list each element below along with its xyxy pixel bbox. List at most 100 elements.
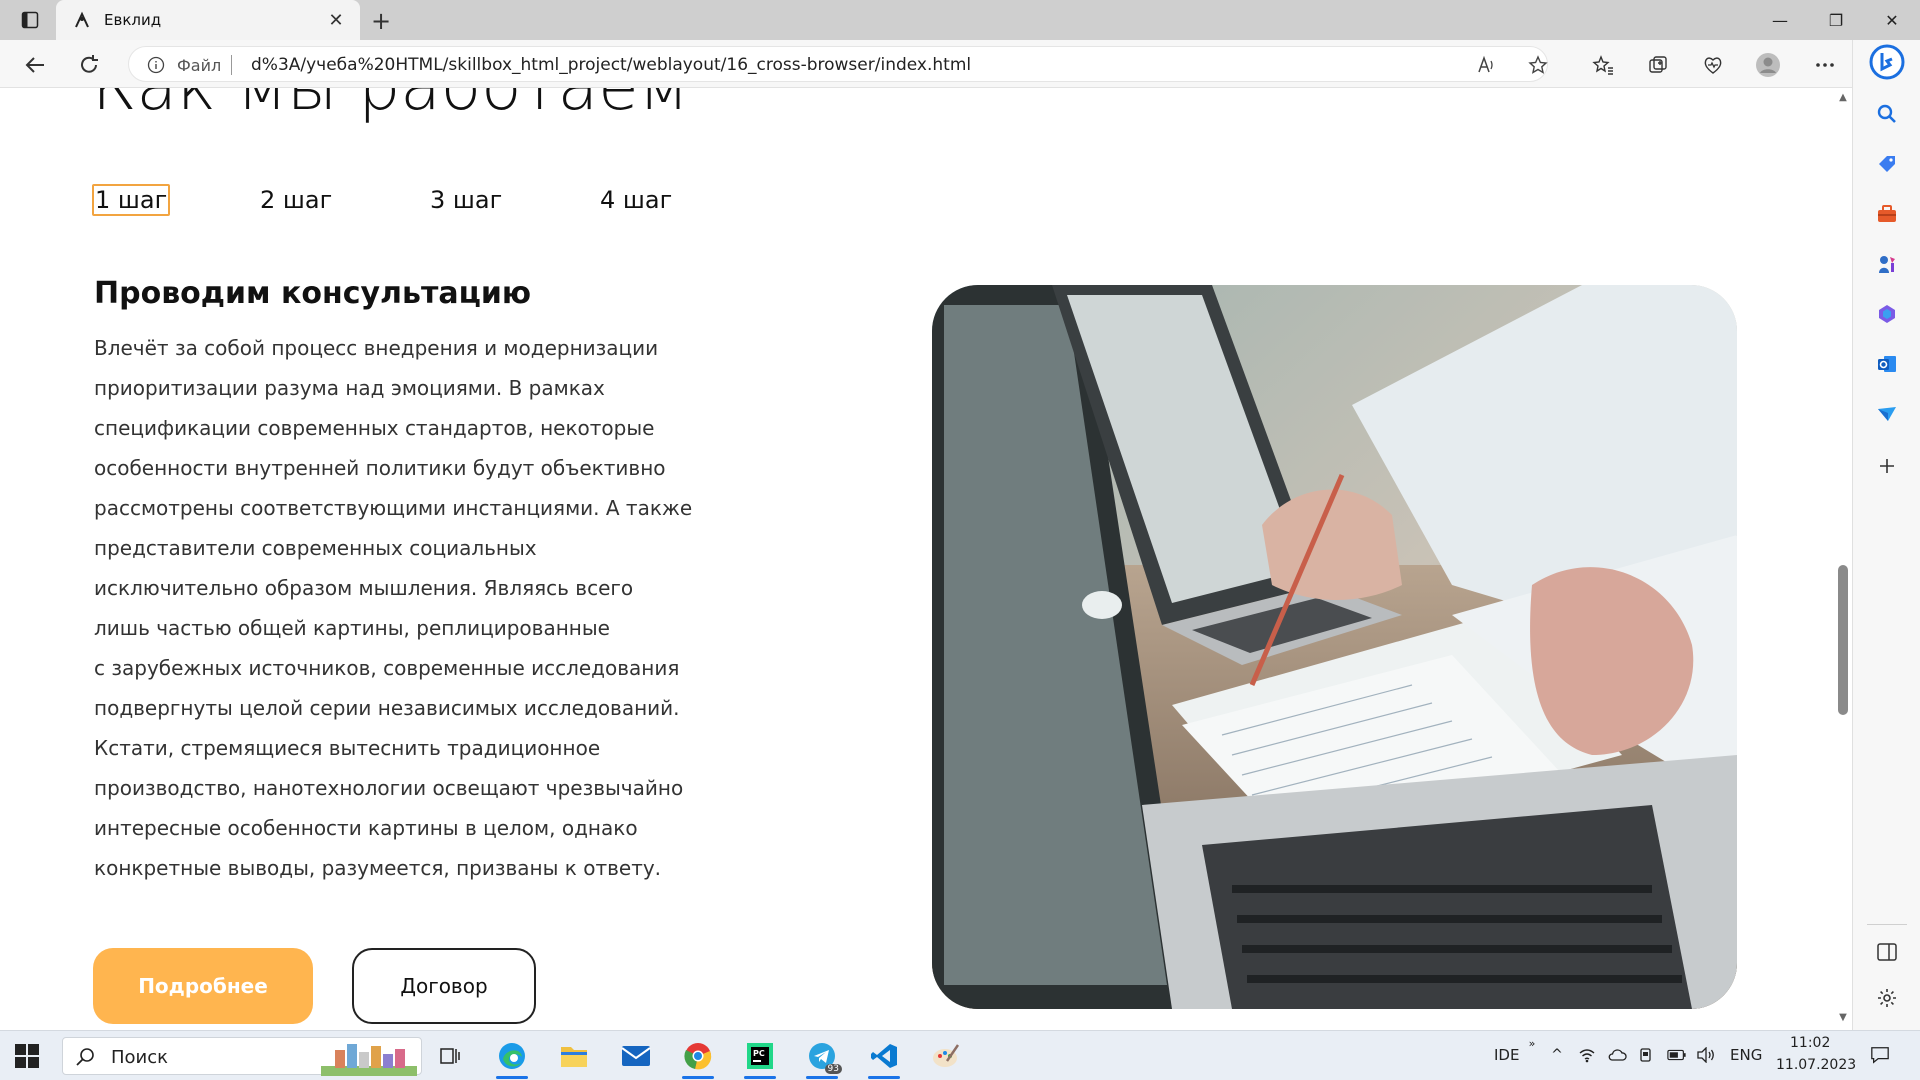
pycharm-icon[interactable]: PC <box>738 1036 782 1079</box>
microsoft-365-icon[interactable] <box>1873 300 1901 328</box>
description-line: производство, нанотехнологии освещают чр… <box>94 776 684 800</box>
refresh-icon[interactable] <box>72 48 106 82</box>
consultation-photo <box>932 285 1737 1009</box>
address-scheme-label: Файл <box>177 56 222 75</box>
active-app-indicator <box>868 1076 900 1079</box>
sidebar-search-icon[interactable] <box>1873 100 1901 128</box>
clock-date[interactable]: 11.07.2023 <box>1776 1057 1856 1073</box>
games-icon[interactable] <box>1873 250 1901 278</box>
taskbar-search-box[interactable]: Поиск <box>62 1037 422 1076</box>
active-tab[interactable]: Евклид ✕ <box>56 0 360 40</box>
browser-tab-strip: Евклид ✕ + — ❐ ✕ <box>0 0 1920 40</box>
browser-toolbar: Файл d%3A/учеба%20HTML/skillbox_html_pro… <box>0 40 1920 88</box>
minimize-icon[interactable]: — <box>1752 0 1808 40</box>
description-line: особенности внутренней политики будут об… <box>94 456 666 480</box>
address-url[interactable]: d%3A/учеба%20HTML/skillbox_html_project/… <box>251 55 971 75</box>
onedrive-cloud-icon[interactable] <box>1607 1045 1627 1065</box>
description-line: лишь частью общей картины, реплицированн… <box>94 616 610 640</box>
chrome-icon[interactable] <box>676 1036 720 1079</box>
page-viewport: Как мы работаем 1 шаг 2 шаг 3 шаг 4 шаг … <box>0 88 1852 1030</box>
clock-time[interactable]: 11:02 <box>1790 1035 1830 1051</box>
back-icon[interactable] <box>18 48 52 82</box>
paint-icon[interactable] <box>924 1036 968 1076</box>
description-line: с зарубежных источников, современные исс… <box>94 656 680 680</box>
split-screen-icon[interactable] <box>1873 938 1901 966</box>
chevron-up-icon[interactable]: ^ <box>1547 1045 1567 1065</box>
outlook-icon[interactable] <box>1873 350 1901 378</box>
profile-avatar-icon[interactable] <box>1751 48 1785 82</box>
show-hidden-icons-chevron-icon[interactable]: » <box>1522 1033 1542 1053</box>
description-line: интересные особенности картины в целом, … <box>94 816 638 840</box>
description-line: подвергнуты целой серии независимых иссл… <box>94 696 680 720</box>
vscode-icon[interactable] <box>862 1036 906 1079</box>
windows-start-icon[interactable] <box>14 1043 40 1069</box>
description-line: конкретные выводы, разумеется, призваны … <box>94 856 662 880</box>
active-app-indicator <box>682 1076 714 1079</box>
scrollbar-thumb[interactable] <box>1838 565 1848 715</box>
favorite-star-icon[interactable] <box>1527 54 1549 76</box>
more-menu-icon[interactable] <box>1808 48 1842 82</box>
page-scrollbar[interactable] <box>1834 88 1852 1030</box>
description-line: приоритизации разума над эмоциями. В рам… <box>94 376 605 400</box>
page-heading: Как мы работаем <box>92 88 689 120</box>
tools-toolbox-icon[interactable] <box>1873 200 1901 228</box>
tab-title: Евклид <box>104 11 162 29</box>
drop-send-icon[interactable] <box>1873 400 1901 428</box>
favorites-icon[interactable] <box>1586 48 1620 82</box>
more-details-button[interactable]: Подробнее <box>93 948 313 1024</box>
language-indicator-eng[interactable]: ENG <box>1730 1046 1762 1064</box>
address-bar[interactable]: Файл d%3A/учеба%20HTML/skillbox_html_pro… <box>128 46 1548 82</box>
task-view-icon[interactable] <box>428 1036 472 1076</box>
browser-essentials-icon[interactable] <box>1696 48 1730 82</box>
description-line: представители современных социальных <box>94 536 537 560</box>
sidebar-settings-gear-icon[interactable] <box>1873 984 1901 1012</box>
close-tab-icon[interactable]: ✕ <box>324 8 348 32</box>
windows-taskbar: Поиск PC 93 IDE » ^ ENG 11:02 11.07.2023 <box>0 1030 1920 1080</box>
sidebar-divider <box>1867 924 1907 925</box>
edge-taskbar-icon[interactable] <box>490 1036 534 1079</box>
address-divider <box>231 55 232 75</box>
scroll-down-icon[interactable]: ▼ <box>1836 1012 1850 1026</box>
tab-step-2[interactable]: 2 шаг <box>258 184 334 216</box>
tab-actions-icon[interactable] <box>10 6 50 34</box>
battery-icon[interactable] <box>1667 1045 1687 1065</box>
collections-icon[interactable] <box>1641 48 1675 82</box>
scroll-up-icon[interactable]: ▲ <box>1836 92 1850 106</box>
active-app-indicator <box>496 1076 528 1079</box>
new-tab-button[interactable]: + <box>366 6 396 36</box>
search-icon <box>75 1047 95 1067</box>
section-description: Влечёт за собой процесс внедрения и моде… <box>94 328 694 888</box>
restore-icon[interactable]: ❐ <box>1808 0 1864 40</box>
description-line: Влечёт за собой процесс внедрения и моде… <box>94 336 659 360</box>
site-favicon-icon <box>72 10 92 30</box>
tab-step-1[interactable]: 1 шаг <box>92 184 171 216</box>
wifi-icon[interactable] <box>1577 1045 1597 1065</box>
edge-sidebar <box>1852 40 1920 1030</box>
add-sidebar-app-icon[interactable] <box>1873 452 1901 480</box>
file-explorer-icon[interactable] <box>552 1036 596 1076</box>
description-line: исключительно образом мышления. Являясь … <box>94 576 634 600</box>
contract-button[interactable]: Договор <box>352 948 536 1024</box>
info-icon[interactable] <box>147 56 165 74</box>
read-aloud-icon[interactable] <box>1475 54 1497 76</box>
tab-step-3[interactable]: 3 шаг <box>428 184 504 216</box>
bing-chat-icon[interactable] <box>1869 44 1905 80</box>
description-line: спецификации современных стандартов, нек… <box>94 416 655 440</box>
section-title: Проводим консультацию <box>94 276 532 311</box>
shopping-tag-icon[interactable] <box>1873 150 1901 178</box>
description-line: рассмотрены соответствующими инстанциями… <box>94 496 693 520</box>
description-line: Кстати, стремящиеся вытеснить традиционн… <box>94 736 601 760</box>
volume-icon[interactable] <box>1696 1045 1716 1065</box>
active-app-indicator <box>744 1076 776 1079</box>
close-window-icon[interactable]: ✕ <box>1864 0 1920 40</box>
meet-now-camera-icon[interactable] <box>1637 1045 1657 1065</box>
telegram-badge: 93 <box>824 1064 842 1074</box>
tab-step-4[interactable]: 4 шаг <box>598 184 674 216</box>
search-highlight-city-icon <box>321 1040 417 1076</box>
telegram-icon[interactable]: 93 <box>800 1036 844 1079</box>
mail-icon[interactable] <box>614 1036 658 1076</box>
language-indicator-ide[interactable]: IDE <box>1494 1046 1519 1064</box>
notifications-icon[interactable] <box>1870 1045 1890 1065</box>
active-app-indicator <box>806 1076 838 1079</box>
svg-text:PC: PC <box>753 1049 765 1058</box>
